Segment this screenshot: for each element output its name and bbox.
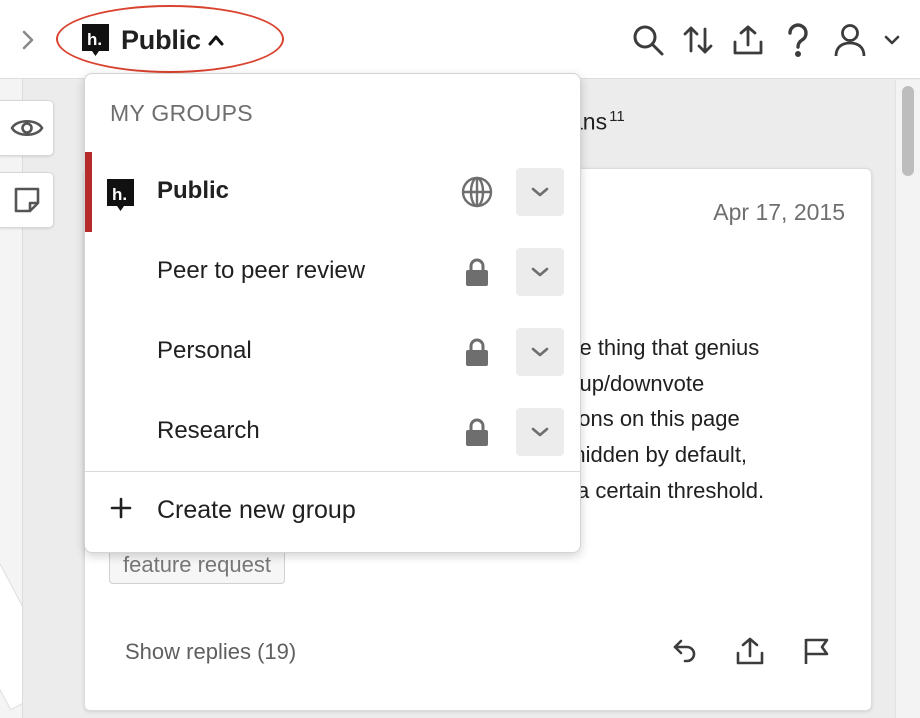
group-item-peer-to-peer-review[interactable]: Peer to peer review [85, 232, 580, 312]
sort-button[interactable] [678, 20, 718, 60]
annotation-body-line: ations on this page [555, 406, 740, 431]
chevron-down-icon [884, 35, 900, 45]
share-icon [736, 637, 764, 665]
flag-button[interactable] [796, 631, 836, 671]
group-type [459, 414, 495, 450]
user-menu-button[interactable] [830, 20, 870, 60]
lock-icon [466, 258, 488, 286]
eye-icon [10, 119, 43, 137]
groups-menu: MY GROUPS h. Public Peer to peer review … [84, 73, 581, 553]
chevron-up-icon [208, 35, 224, 46]
create-new-group-label: Create new group [157, 496, 356, 524]
chevron-down-icon [531, 267, 549, 277]
group-item-label: Research [157, 417, 260, 444]
help-icon [788, 23, 808, 58]
show-replies-button[interactable]: Show replies (19) [125, 639, 296, 665]
note-icon [14, 187, 39, 213]
share-icon [733, 25, 763, 55]
sort-icon [683, 26, 713, 54]
lock-icon [466, 338, 488, 366]
page-thumbnail [0, 505, 22, 711]
scrollbar[interactable] [895, 80, 920, 718]
search-button[interactable] [628, 20, 668, 60]
hypothesis-logo-icon: h. [82, 24, 109, 56]
show-highlights-tab[interactable] [0, 100, 54, 156]
help-button[interactable] [778, 20, 818, 60]
group-item-research[interactable]: Research [85, 392, 580, 472]
stream-header-count: 11 [609, 108, 625, 125]
user-menu-caret[interactable] [872, 20, 912, 60]
reply-button[interactable] [665, 631, 705, 671]
group-item-label: Peer to peer review [157, 257, 366, 284]
share-page-button[interactable] [728, 20, 768, 60]
group-selector-button[interactable]: h. Public [82, 22, 224, 58]
svg-text:h.: h. [112, 185, 127, 204]
new-note-tab[interactable] [0, 172, 54, 228]
annotation-date[interactable]: Apr 17, 2015 [713, 199, 845, 226]
group-expand-button[interactable] [516, 328, 564, 376]
lock-icon [466, 418, 488, 446]
group-expand-button[interactable] [516, 168, 564, 216]
group-expand-button[interactable] [516, 248, 564, 296]
group-type [459, 334, 495, 370]
group-item-label: Public [157, 177, 230, 204]
sidebar-toggle-button[interactable] [16, 25, 40, 55]
user-icon [834, 24, 866, 57]
annotation-body-line: w a certain threshold. [555, 478, 765, 503]
chevron-down-icon [531, 187, 549, 197]
menu-heading: MY GROUPS [110, 100, 253, 126]
globe-icon [461, 176, 493, 208]
group-item-label: Personal [157, 337, 252, 364]
group-expand-button[interactable] [516, 408, 564, 456]
group-type [459, 174, 495, 210]
scrollbar-thumb[interactable] [902, 86, 914, 176]
group-item-personal[interactable]: Personal [85, 312, 580, 392]
plus-icon [107, 494, 135, 522]
annotation-body-line: one thing that genius [555, 335, 760, 360]
group-item-public[interactable]: h. Public [85, 152, 580, 232]
top-bar: h. Public [0, 0, 920, 79]
chevron-down-icon [531, 427, 549, 437]
group-selector-label: Public [121, 24, 201, 55]
svg-text:h.: h. [87, 30, 102, 49]
group-type [459, 254, 495, 290]
chevron-right-icon [22, 30, 34, 50]
share-button[interactable] [730, 631, 770, 671]
search-icon [633, 25, 664, 56]
annotation-body-line: e hidden by default, [555, 442, 748, 467]
hypothesis-logo-icon: h. [107, 179, 134, 211]
flag-icon [804, 638, 829, 664]
chevron-down-icon [531, 347, 549, 357]
reply-icon [673, 639, 696, 663]
create-new-group-button[interactable]: Create new group [85, 472, 580, 554]
